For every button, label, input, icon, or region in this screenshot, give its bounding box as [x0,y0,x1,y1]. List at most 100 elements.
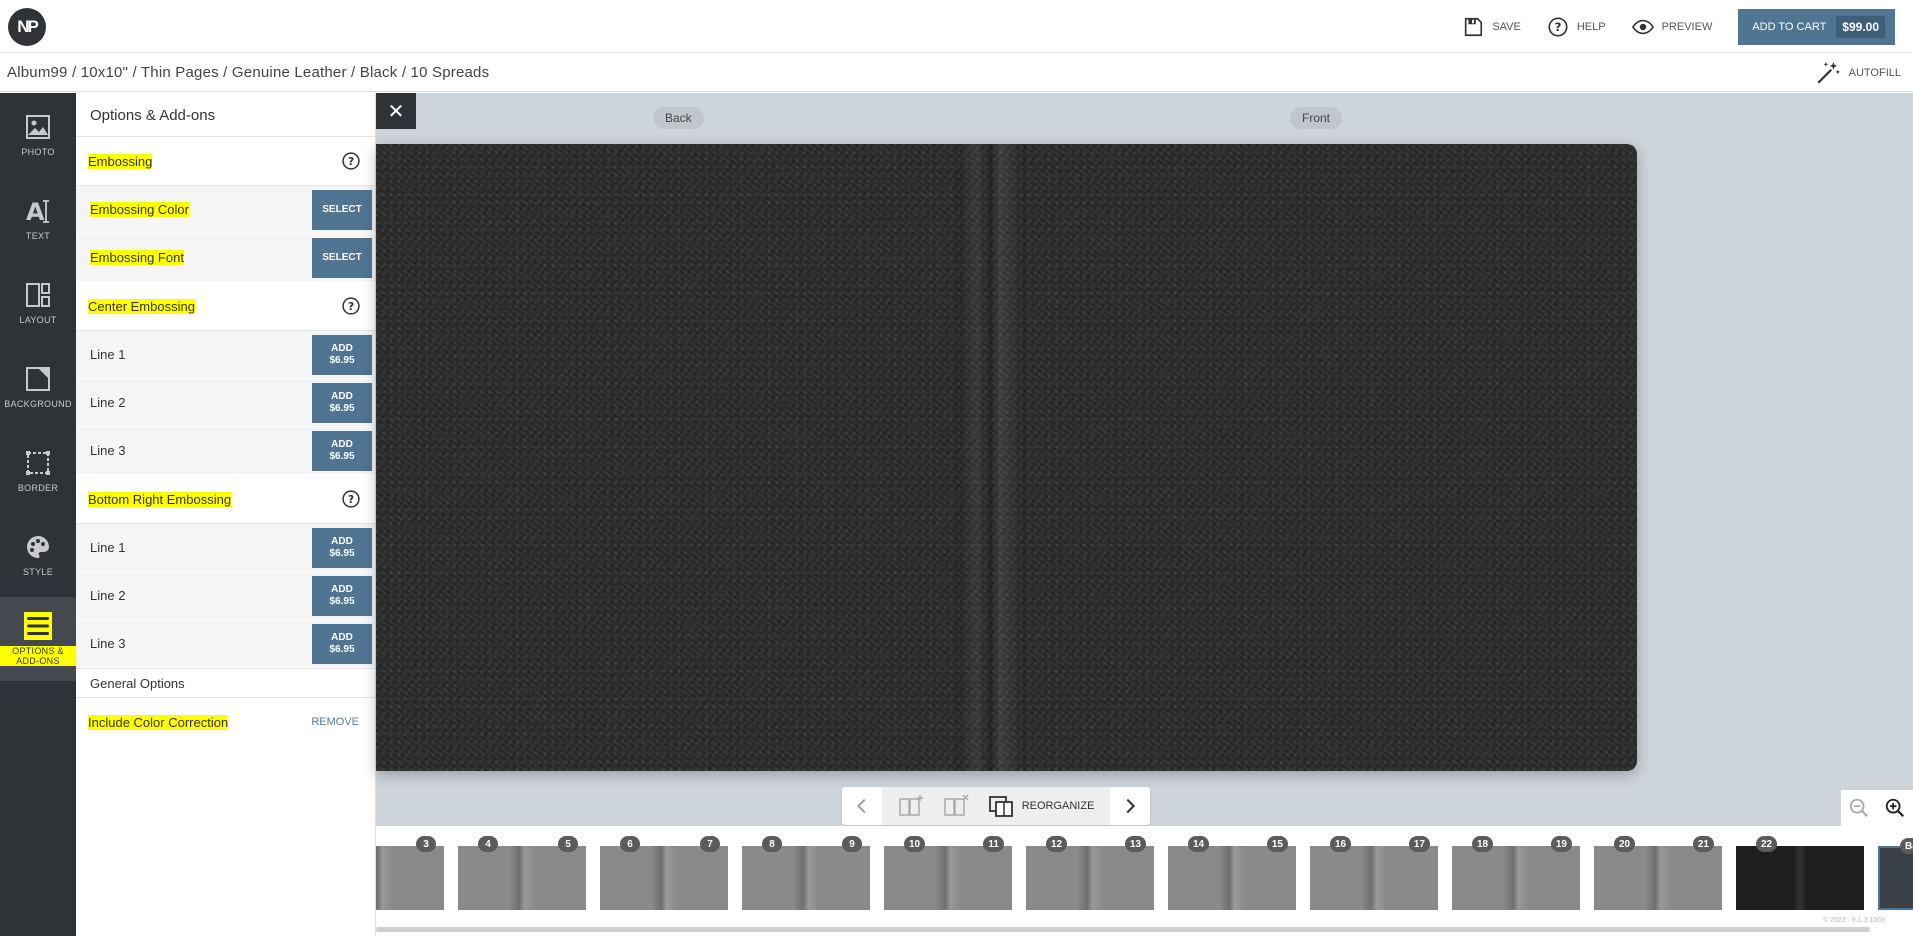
product-bar: Album99 / 10x10" / Thin Pages / Genuine … [0,54,1913,92]
save-button[interactable]: SAVE [1462,16,1521,38]
button-price: $6.95 [329,450,355,462]
spread-thumbnail[interactable]: Ba [1878,838,1913,910]
button-label: SELECT [322,203,362,215]
option-label: Line 2 [90,395,126,410]
app-logo[interactable]: NP [8,8,46,46]
option-label: Line 1 [90,540,126,555]
rail-item-layout[interactable]: LAYOUT [0,261,76,345]
embossing-color-row: Embossing Color SELECT [76,186,375,234]
previous-page-button[interactable] [842,787,882,825]
spread-thumbnail[interactable]: 3 [376,836,444,910]
add-center-line-1-button[interactable]: ADD $6.95 [312,334,372,375]
help-icon[interactable]: ? [341,296,361,316]
help-icon[interactable]: ? [341,151,361,171]
page-number-badge: 17 [1408,836,1430,852]
rail-item-border[interactable]: BORDER [0,429,76,513]
select-embossing-color-button[interactable]: SELECT [312,189,372,230]
rail-item-background[interactable]: BACKGROUND [0,345,76,429]
rail-label: BACKGROUND [4,399,72,409]
rail-label: LAYOUT [19,315,57,325]
page-number-badge: Ba [1900,838,1913,854]
rail-item-options[interactable]: OPTIONS & ADD-ONS [0,597,76,681]
embossing-font-row: Embossing Font SELECT [76,234,375,282]
help-icon[interactable]: ? [341,489,361,509]
spread-thumbnail[interactable]: 22 [1736,836,1864,910]
spread-thumbnails: © 2023 · 8.1.3.1069 3 4 5 6 7 8 9 10 11 12 13 14 15 1… [376,826,1913,936]
help-button[interactable]: ? HELP [1547,16,1606,38]
spread-thumbnail[interactable]: 16 17 [1310,836,1438,910]
panel-title: Options & Add-ons [76,93,375,137]
rail-item-text[interactable]: A TEXT [0,177,76,261]
options-panel: Options & Add-ons Embossing ? Embossing … [76,93,376,936]
page-number-badge: 3 [416,836,436,852]
spread-thumbnail[interactable]: 20 21 [1594,836,1722,910]
spread-thumbnail[interactable]: 12 13 [1026,836,1154,910]
add-page-icon[interactable] [898,794,924,818]
spread-thumbnail[interactable]: 14 15 [1168,836,1296,910]
preview-label: PREVIEW [1661,21,1713,33]
top-bar: NP SAVE ? HELP PREVIEW ADD TO CART $99.0… [0,0,1913,53]
remove-color-correction-button[interactable]: REMOVE [311,716,359,728]
svg-text:A: A [26,198,45,225]
next-page-button[interactable] [1110,787,1150,825]
spread-thumbnail[interactable]: 18 19 [1452,836,1580,910]
zoom-in-icon[interactable] [1884,797,1906,819]
autofill-button[interactable]: AUTOFILL [1815,60,1901,86]
add-center-line-2-button[interactable]: ADD $6.95 [312,382,372,423]
button-price: $6.95 [329,402,355,414]
save-icon [1465,17,1483,37]
section-title: Center Embossing [88,298,195,314]
add-bottom-right-line-2-button[interactable]: ADD $6.95 [312,575,372,616]
reorganize-button[interactable]: REORGANIZE [988,794,1095,818]
center-line-3-row: Line 3 ADD $6.95 [76,427,375,475]
option-label: Line 1 [90,347,126,362]
eye-icon [1631,19,1654,35]
add-center-line-3-button[interactable]: ADD $6.95 [312,430,372,471]
spread-thumbnail[interactable]: 10 11 [884,836,1012,910]
page-number-badge: 7 [700,836,720,852]
rail-label: OPTIONS & ADD-ONS [0,646,76,666]
rail-label: BORDER [17,483,59,493]
center-line-2-row: Line 2 ADD $6.95 [76,379,375,427]
zoom-out-icon[interactable] [1848,797,1870,819]
copyright-text: © 2023 · 8.1.3.1069 [1823,917,1885,924]
option-label: Embossing Color [90,202,189,217]
text-icon: A [26,198,49,225]
center-line-1-row: Line 1 ADD $6.95 [76,331,375,379]
bottom-right-embossing-section-header: Bottom Right Embossing ? [76,475,375,524]
color-correction-row: Include Color Correction REMOVE [76,698,375,746]
album-cover[interactable] [376,144,1637,771]
rail-label: TEXT [25,231,51,241]
thumbnail-scrollbar[interactable] [376,927,1870,932]
button-price: $6.95 [329,643,355,655]
page-number-badge: 6 [620,836,640,852]
bottom-right-line-3-row: Line 3 ADD $6.95 [76,620,375,668]
background-icon [26,367,50,391]
add-to-cart-button[interactable]: ADD TO CART $99.00 [1738,9,1895,45]
close-panel-button[interactable]: ✕ [376,93,416,129]
general-options-header: General Options [76,668,375,698]
svg-text:?: ? [348,493,354,506]
save-label: SAVE [1492,21,1521,33]
button-label: ADD [331,583,353,595]
autofill-label: AUTOFILL [1848,67,1901,79]
add-bottom-right-line-1-button[interactable]: ADD $6.95 [312,527,372,568]
delete-page-icon[interactable] [943,794,969,818]
add-bottom-right-line-3-button[interactable]: ADD $6.95 [312,623,372,664]
product-breadcrumb: Album99 / 10x10" / Thin Pages / Genuine … [7,64,490,81]
rail-item-style[interactable]: STYLE [0,513,76,597]
spread-thumbnail[interactable]: 89 [742,836,870,910]
select-embossing-font-button[interactable]: SELECT [312,237,372,278]
spread-thumbnail[interactable]: 67 [600,836,728,910]
reorganize-label: REORGANIZE [1021,800,1095,812]
rail-item-photo[interactable]: PHOTO [0,93,76,177]
front-cover-label: Front [1290,107,1343,129]
cart-price: $99.00 [1836,16,1885,38]
spread-thumbnail[interactable]: 45 [458,836,586,910]
page-number-badge: 5 [558,836,578,852]
section-title: Embossing [88,153,153,169]
preview-button[interactable]: PREVIEW [1631,16,1713,38]
help-label: HELP [1576,21,1606,33]
photo-icon [26,115,50,139]
svg-text:?: ? [348,155,354,168]
